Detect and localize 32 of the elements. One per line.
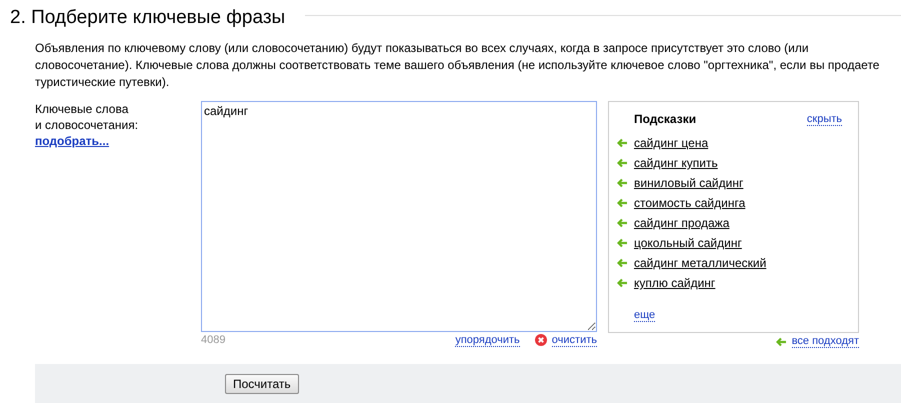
suggestion-link[interactable]: сайдинг цена	[634, 136, 708, 150]
arrow-icon[interactable]	[617, 178, 628, 188]
arrow-icon[interactable]	[617, 198, 628, 208]
pick-link[interactable]: подобрать...	[35, 133, 201, 149]
arrow-icon[interactable]	[617, 138, 628, 148]
panel-title: Подсказки	[634, 112, 696, 126]
suggestion-link[interactable]: цокольный сайдинг	[634, 236, 742, 250]
description-text: Объявления по ключевому слову (или словосочетанию) будут показываться во всех случаях, когда в запросе присутствует это слово (или словосочетание). Ключевые слова должны соответствовать теме вашего объявления (не используйте ключевое слово "оргтехника", если вы продаете туристические путевки).	[35, 40, 880, 91]
field-label: Ключевые слова	[35, 101, 130, 117]
arrow-icon[interactable]	[617, 218, 628, 228]
clear-link[interactable]: очистить	[552, 334, 597, 346]
more-link[interactable]: еще	[634, 309, 656, 322]
hide-link[interactable]: скрыть	[806, 113, 842, 126]
section-heading: 2. Подберите ключевые фразы	[10, 7, 286, 29]
arrow-icon[interactable]	[617, 238, 628, 248]
suggestion-link[interactable]: стоимость сайдинга	[634, 196, 746, 210]
calculate-button[interactable]: Посчитать	[225, 374, 299, 394]
all-fit-link[interactable]: все подходят	[792, 335, 859, 348]
suggestion-link[interactable]: сайдинг продажа	[634, 216, 730, 230]
suggestion-link[interactable]: сайдинг металлический	[634, 256, 766, 270]
suggestion-link[interactable]: сайдинг купить	[634, 156, 718, 170]
arrow-icon[interactable]	[617, 278, 628, 288]
suggestion-link[interactable]: виниловый сайдинг	[634, 176, 744, 190]
field-label: и словосочетания:	[35, 117, 140, 133]
arrow-icon[interactable]	[617, 258, 628, 268]
arrow-icon[interactable]	[776, 336, 787, 346]
arrow-icon[interactable]	[617, 158, 628, 168]
clear-icon[interactable]	[534, 334, 547, 346]
sort-link[interactable]: упорядочить	[455, 334, 520, 346]
keywords-field[interactable]: сайдинг	[201, 101, 597, 332]
suggestion-link[interactable]: куплю сайдинг	[634, 276, 716, 290]
character-counter: 4089	[201, 334, 226, 346]
